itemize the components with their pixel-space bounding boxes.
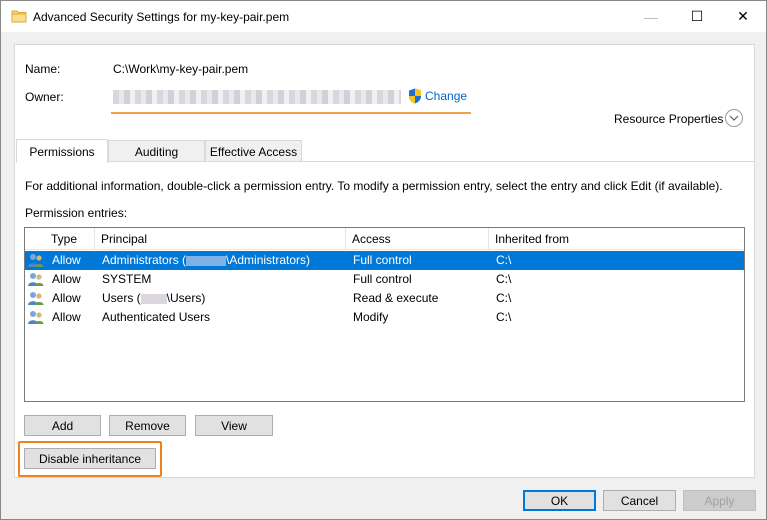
principal-suffix: \Administrators) <box>226 253 311 267</box>
name-label: Name: <box>25 62 61 76</box>
table-row[interactable]: Allow Authenticated Users Modify C:\ <box>25 308 744 327</box>
info-text: For additional information, double-click… <box>25 179 723 193</box>
column-header-inherited-from[interactable]: Inherited from <box>489 228 744 250</box>
expand-resource-properties-button[interactable] <box>725 109 743 127</box>
view-button[interactable]: View <box>195 415 273 436</box>
tab-permissions[interactable]: Permissions <box>16 139 108 163</box>
cell-access: Full control <box>353 253 412 267</box>
cell-principal: Users ( \Users) <box>102 291 205 305</box>
cell-inherited: C:\ <box>496 291 512 305</box>
users-group-icon <box>28 254 44 267</box>
chevron-down-icon <box>729 115 739 121</box>
minimize-button[interactable]: — <box>628 1 674 32</box>
cancel-button[interactable]: Cancel <box>603 490 676 511</box>
window-title: Advanced Security Settings for my-key-pa… <box>33 10 290 24</box>
cell-principal: SYSTEM <box>102 272 152 286</box>
cell-inherited: C:\ <box>496 310 512 324</box>
cell-type: Allow <box>52 291 81 305</box>
permission-entries-label: Permission entries: <box>25 206 128 220</box>
cell-principal: Authenticated Users <box>102 310 211 324</box>
column-header-access[interactable]: Access <box>346 228 489 250</box>
users-group-icon <box>28 292 44 305</box>
table-row[interactable]: Allow Administrators ( \Administrators) F… <box>25 251 744 270</box>
column-header-principal[interactable]: Principal <box>95 228 346 250</box>
users-group-icon <box>28 311 44 324</box>
cell-principal: Administrators ( \Administrators) <box>102 253 310 267</box>
advanced-security-window: Advanced Security Settings for my-key-pa… <box>0 0 767 520</box>
close-button[interactable]: ✕ <box>720 1 766 32</box>
cell-access: Full control <box>353 272 412 286</box>
cell-type: Allow <box>52 272 81 286</box>
tab-auditing[interactable]: Auditing <box>108 140 205 162</box>
disable-inheritance-button[interactable]: Disable inheritance <box>24 448 156 469</box>
cell-access: Read & execute <box>353 291 439 305</box>
remove-button[interactable]: Remove <box>109 415 186 436</box>
resource-properties-label[interactable]: Resource Properties <box>614 112 723 126</box>
maximize-button[interactable]: ☐ <box>674 1 720 32</box>
table-row[interactable]: Allow Users ( \Users) Read & execute C:\ <box>25 289 744 308</box>
cell-type: Allow <box>52 310 81 324</box>
apply-button[interactable]: Apply <box>683 490 756 511</box>
content-panel: Name: C:\Work\my-key-pair.pem Owner: Cha… <box>14 44 755 478</box>
cell-access: Modify <box>353 310 389 324</box>
cell-inherited: C:\ <box>496 272 512 286</box>
redacted-domain <box>140 293 167 304</box>
principal-prefix: Administrators ( <box>102 253 187 267</box>
title-bar: Advanced Security Settings for my-key-pa… <box>1 1 766 32</box>
add-button[interactable]: Add <box>24 415 101 436</box>
owner-label: Owner: <box>25 90 64 104</box>
change-owner-link[interactable]: Change <box>425 89 467 103</box>
cell-type: Allow <box>52 253 81 267</box>
owner-value-redacted <box>113 90 401 104</box>
permission-entries-list[interactable]: Type Principal Access Inherited from All… <box>24 227 745 402</box>
column-header-type[interactable]: Type <box>45 228 95 250</box>
folder-icon <box>11 10 27 23</box>
cell-inherited: C:\ <box>496 253 512 267</box>
users-group-icon <box>28 273 44 286</box>
redacted-domain <box>186 255 227 266</box>
list-header: Type Principal Access Inherited from <box>25 228 744 250</box>
uac-shield-icon <box>409 88 421 104</box>
principal-suffix: \Users) <box>166 291 206 305</box>
principal-prefix: Users ( <box>102 291 141 305</box>
tab-effective-access[interactable]: Effective Access <box>205 140 302 162</box>
table-row[interactable]: Allow SYSTEM Full control C:\ <box>25 270 744 289</box>
ok-button[interactable]: OK <box>523 490 596 511</box>
name-value: C:\Work\my-key-pair.pem <box>113 62 249 76</box>
owner-highlight-underline <box>111 112 471 114</box>
